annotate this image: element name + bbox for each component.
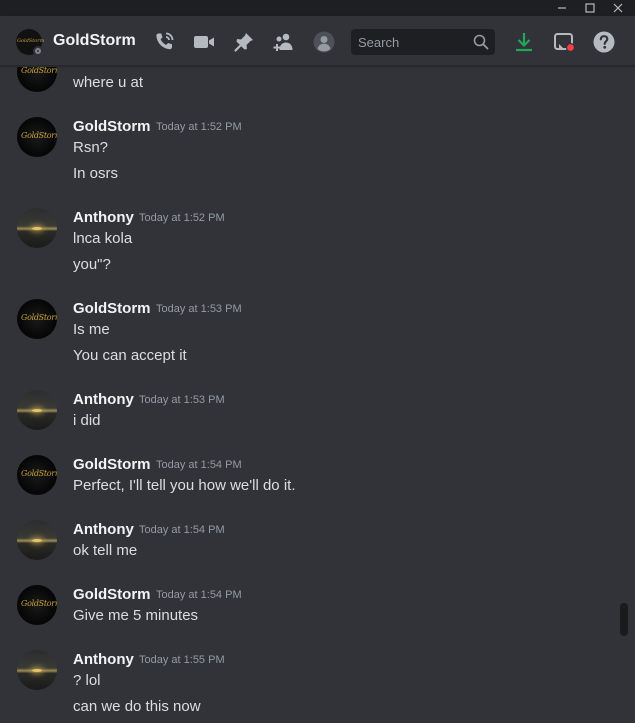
- message-text: ok tell me: [73, 542, 138, 559]
- message-text: Give me 5 minutes: [73, 607, 199, 624]
- maximize-icon[interactable]: [576, 0, 604, 16]
- message-timestamp[interactable]: Today at 1:55 PM: [139, 654, 225, 666]
- add-friends-icon[interactable]: [271, 29, 297, 55]
- message-timestamp[interactable]: Today at 1:52 PM: [156, 121, 242, 133]
- avatar-logo: GoldStorm: [21, 67, 57, 75]
- avatar-logo: GoldStorm: [21, 599, 57, 608]
- close-icon[interactable]: [604, 0, 632, 16]
- message-text: In osrs: [73, 165, 119, 182]
- avatar[interactable]: GoldStorm: [17, 585, 57, 625]
- search-placeholder: Search: [358, 35, 400, 50]
- message-author[interactable]: GoldStorm: [73, 300, 151, 317]
- search-icon[interactable]: [473, 34, 489, 55]
- avatar[interactable]: GoldStorm: [17, 455, 57, 495]
- phone-call-icon[interactable]: [151, 29, 177, 55]
- avatar[interactable]: [17, 208, 57, 248]
- minimize-icon[interactable]: [548, 0, 576, 16]
- message-timestamp[interactable]: Today at 1:54 PM: [156, 459, 242, 471]
- message-text: lnca kola: [73, 230, 133, 247]
- avatar[interactable]: GoldStorm: [17, 299, 57, 339]
- avatar[interactable]: [17, 650, 57, 690]
- message-timestamp[interactable]: Today at 1:54 PM: [156, 589, 242, 601]
- message-author[interactable]: Anthony: [73, 391, 134, 408]
- window-titlebar: [0, 0, 635, 16]
- avatar[interactable]: [17, 390, 57, 430]
- message-text: where u at: [73, 74, 144, 91]
- message-text: can we do this now: [73, 698, 201, 715]
- message-timestamp[interactable]: Today at 1:53 PM: [156, 303, 242, 315]
- inbox-icon[interactable]: [551, 29, 577, 55]
- message-author[interactable]: GoldStorm: [73, 456, 151, 473]
- message-timestamp[interactable]: Today at 1:52 PM: [139, 212, 225, 224]
- message-text: ? lol: [73, 672, 101, 689]
- pin-icon[interactable]: [231, 29, 257, 55]
- message-text: Perfect, I'll tell you how we'll do it.: [73, 477, 296, 494]
- message-text: you"?: [73, 256, 111, 273]
- dm-title[interactable]: GoldStorm: [53, 32, 136, 50]
- avatar-logo: GoldStorm: [21, 469, 57, 478]
- message-author[interactable]: GoldStorm: [73, 118, 151, 135]
- message-list[interactable]: GoldStorm where u at GoldStorm GoldStorm…: [0, 67, 635, 723]
- message-author[interactable]: Anthony: [73, 521, 134, 538]
- status-offline-icon: [33, 46, 43, 56]
- video-call-icon[interactable]: [191, 29, 217, 55]
- message-author[interactable]: Anthony: [73, 209, 134, 226]
- download-icon[interactable]: [511, 29, 537, 55]
- channel-header: GoldStorm GoldStorm Search: [0, 16, 635, 66]
- message-author[interactable]: GoldStorm: [73, 586, 151, 603]
- avatar[interactable]: [17, 520, 57, 560]
- avatar[interactable]: GoldStorm: [17, 67, 57, 92]
- scrollbar-thumb[interactable]: [620, 603, 628, 636]
- message-text: i did: [73, 412, 101, 429]
- avatar-logo: GoldStorm: [21, 313, 57, 322]
- user-profile-icon[interactable]: [311, 29, 337, 55]
- message-timestamp[interactable]: Today at 1:54 PM: [139, 524, 225, 536]
- avatar-logo: GoldStorm: [21, 131, 57, 140]
- message-timestamp[interactable]: Today at 1:53 PM: [139, 394, 225, 406]
- avatar[interactable]: GoldStorm: [17, 117, 57, 157]
- search-bar[interactable]: Search: [351, 29, 495, 55]
- message-author[interactable]: Anthony: [73, 651, 134, 668]
- message-text: You can accept it: [73, 347, 187, 364]
- help-icon[interactable]: [591, 29, 617, 55]
- avatar-logo: GoldStorm: [17, 38, 45, 44]
- message-text: Is me: [73, 321, 110, 338]
- message-text: Rsn?: [73, 139, 109, 156]
